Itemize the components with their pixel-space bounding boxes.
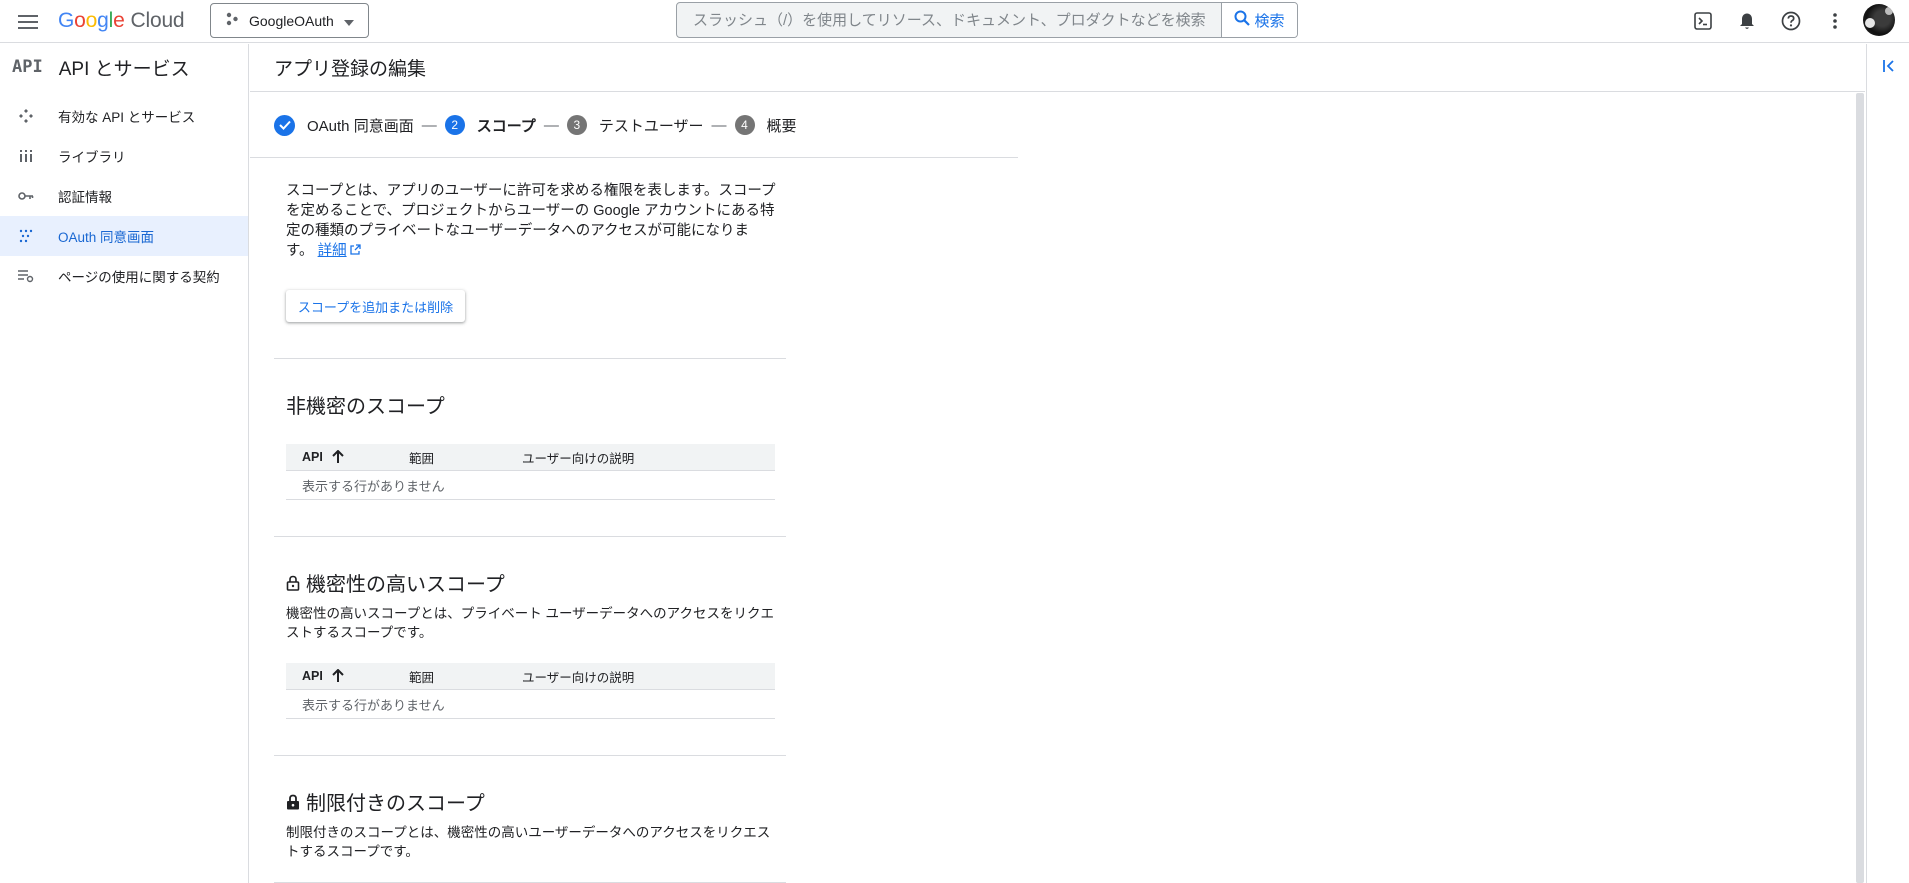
non-sensitive-scopes-title: 非機密のスコープ <box>286 396 445 418</box>
intro-text: スコープとは、アプリのユーザーに許可を求める権限を表します。スコープを定めること… <box>286 181 776 261</box>
sensitive-scopes-desc: 機密性の高いスコープとは、プライベート ユーザーデータへのアクセスをリクエストす… <box>286 606 774 640</box>
chevron-down-icon <box>343 13 354 29</box>
column-scope[interactable]: 範囲 <box>409 667 434 686</box>
google-cloud-logo[interactable]: Google Cloud <box>58 8 185 34</box>
sidebar-header: API API とサービス <box>0 44 248 90</box>
step-3-label[interactable]: テストユーザー <box>599 115 704 136</box>
column-user-description[interactable]: ユーザー向けの説明 <box>522 448 634 467</box>
search-input[interactable] <box>677 3 1221 37</box>
divider <box>274 358 786 359</box>
step-separator: — <box>421 116 437 134</box>
sensitive-scopes-title: 機密性の高いスコープ <box>286 568 505 597</box>
stepper: OAuth 同意画面 — 2 スコープ — 3 テストユーザー — 4 概要 <box>274 112 797 138</box>
column-api[interactable]: API <box>302 669 344 683</box>
consent-icon <box>18 228 34 244</box>
agreements-icon <box>18 268 34 284</box>
avatar[interactable] <box>1863 4 1895 36</box>
logo-google: Google <box>58 9 125 32</box>
divider <box>274 755 786 756</box>
sidebar-item-label: 有効な API とサービス <box>58 110 196 125</box>
search-bar: 検索 <box>676 2 1298 38</box>
step-separator: — <box>543 116 559 134</box>
sidebar: API API とサービス 有効な API とサービス ライブラリ 認証情報 O… <box>0 44 249 883</box>
add-remove-scopes-button[interactable]: スコープを追加または削除 <box>286 290 465 322</box>
table-header: API 範囲 ユーザー向けの説明 <box>286 663 775 690</box>
non-sensitive-scopes-table: API 範囲 ユーザー向けの説明 表示する行がありません <box>286 444 775 500</box>
sidebar-title: API とサービス <box>58 58 190 80</box>
column-scope[interactable]: 範囲 <box>409 448 434 467</box>
notifications-icon[interactable] <box>1734 8 1760 34</box>
sidebar-nav: 有効な API とサービス ライブラリ 認証情報 OAuth 同意画面 ページの… <box>0 96 248 296</box>
api-logo-icon: API <box>12 57 43 77</box>
logo-cloud: Cloud <box>130 9 185 32</box>
search-button[interactable]: 検索 <box>1221 3 1297 37</box>
search-icon <box>1234 10 1251 30</box>
cloud-shell-icon[interactable] <box>1690 8 1716 34</box>
sidebar-item-credentials[interactable]: 認証情報 <box>0 176 248 216</box>
sensitive-scopes-table: API 範囲 ユーザー向けの説明 表示する行がありません <box>286 663 775 719</box>
step-3-number: 3 <box>566 115 587 135</box>
learn-more-label: 詳細 <box>317 243 347 259</box>
divider <box>274 536 786 537</box>
menu-icon[interactable] <box>14 8 42 36</box>
scopes-intro: スコープとは、アプリのユーザーに許可を求める権限を表します。スコープを定めること… <box>286 181 776 322</box>
sidebar-item-page-agreements[interactable]: ページの使用に関する契約 <box>0 256 248 296</box>
scrollbar[interactable] <box>1856 93 1864 883</box>
step-1-label[interactable]: OAuth 同意画面 <box>307 115 414 136</box>
step-4-label[interactable]: 概要 <box>767 115 797 136</box>
restricted-scopes-desc: 制限付きのスコープとは、機密性の高いユーザーデータへのアクセスをリクエストするス… <box>286 825 771 859</box>
learn-more-link[interactable]: 詳細 <box>318 243 361 259</box>
top-bar: Google Cloud GoogleOAuth 検索 <box>0 0 1909 43</box>
apis-icon <box>18 108 34 124</box>
sidebar-item-label: OAuth 同意画面 <box>58 230 155 245</box>
external-link-icon <box>347 243 361 259</box>
project-picker[interactable]: GoogleOAuth <box>210 3 369 38</box>
sidebar-item-enabled-apis[interactable]: 有効な API とサービス <box>0 96 248 136</box>
sidebar-item-label: ページの使用に関する契約 <box>58 270 220 285</box>
lock-icon <box>286 794 300 810</box>
empty-state: 表示する行がありません <box>286 471 775 500</box>
main-content: アプリ登録の編集 OAuth 同意画面 — 2 スコープ — 3 テストユーザー… <box>250 44 1865 883</box>
restricted-scopes-title-text: 制限付きのスコープ <box>306 793 485 815</box>
arrow-up-icon <box>332 669 344 683</box>
sensitive-scopes-title-text: 機密性の高いスコープ <box>306 574 505 596</box>
step-separator: — <box>711 116 727 134</box>
arrow-up-icon <box>332 450 344 464</box>
key-icon <box>18 188 34 204</box>
sidebar-item-label: ライブラリ <box>58 150 126 165</box>
column-api[interactable]: API <box>302 450 344 464</box>
more-vert-icon[interactable] <box>1822 8 1848 34</box>
collapse-panel-icon[interactable] <box>1879 56 1899 76</box>
step-4-number: 4 <box>734 115 755 135</box>
check-circle-icon <box>274 114 295 136</box>
divider <box>250 157 1018 158</box>
right-panel-rail <box>1866 44 1909 883</box>
sidebar-item-oauth-consent[interactable]: OAuth 同意画面 <box>0 216 248 256</box>
lock-open-icon <box>286 575 300 591</box>
empty-state: 表示する行がありません <box>286 690 775 719</box>
table-header: API 範囲 ユーザー向けの説明 <box>286 444 775 471</box>
sidebar-item-label: 認証情報 <box>58 190 112 205</box>
page-title: アプリ登録の編集 <box>250 44 1865 92</box>
project-name: GoogleOAuth <box>249 12 334 29</box>
help-icon[interactable] <box>1778 8 1804 34</box>
restricted-scopes-title: 制限付きのスコープ <box>286 787 485 816</box>
library-icon <box>18 148 34 164</box>
step-2-number: 2 <box>444 115 465 135</box>
column-user-description[interactable]: ユーザー向けの説明 <box>522 667 634 686</box>
search-button-label: 検索 <box>1254 12 1285 30</box>
step-2-label[interactable]: スコープ <box>477 115 536 136</box>
project-icon <box>225 12 239 29</box>
sidebar-item-library[interactable]: ライブラリ <box>0 136 248 176</box>
